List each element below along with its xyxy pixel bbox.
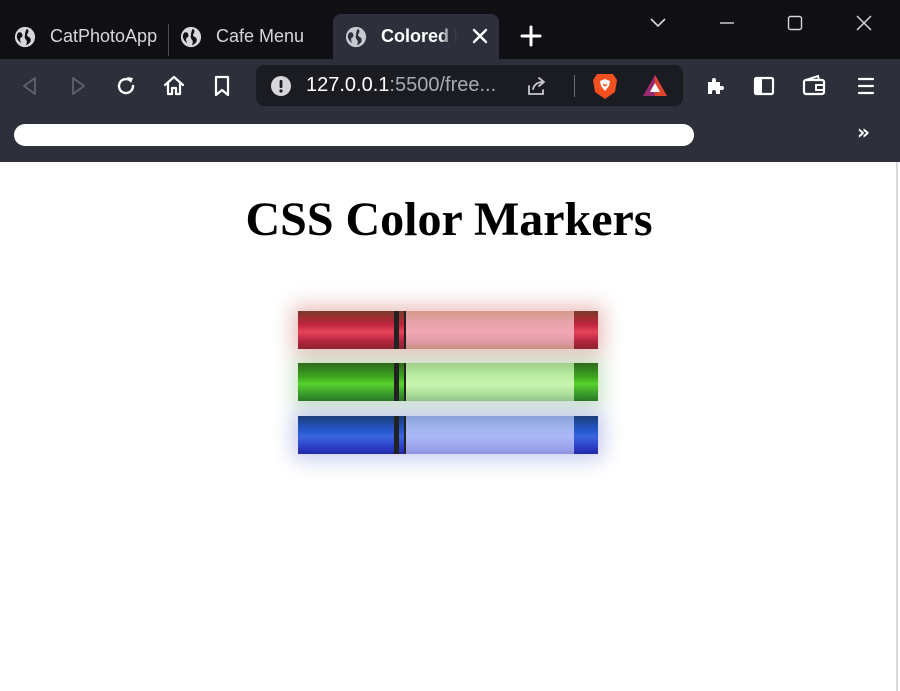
- close-window-icon[interactable]: [851, 10, 877, 36]
- marker-green: [298, 363, 598, 401]
- close-tab-icon[interactable]: [471, 27, 489, 45]
- tab-cafe-menu[interactable]: Cafe Menu: [180, 14, 330, 59]
- address-bar[interactable]: 127.0.0.1:5500/free...: [256, 65, 683, 106]
- marker-tip: [574, 416, 598, 454]
- marker-blue: [298, 416, 598, 454]
- reload-icon[interactable]: [114, 74, 138, 98]
- minimize-icon[interactable]: [714, 10, 740, 36]
- share-icon[interactable]: [525, 74, 549, 98]
- main-menu-icon[interactable]: [854, 74, 878, 98]
- page-title: CSS Color Markers: [245, 193, 653, 246]
- marker-cap: [298, 311, 409, 349]
- tab-separator: [168, 24, 169, 56]
- marker-sleeve: [406, 363, 574, 401]
- url-text[interactable]: 127.0.0.1:5500/free...: [306, 74, 506, 97]
- more-bookmarks-chevron[interactable]: »: [857, 120, 870, 144]
- sidebar-icon[interactable]: [752, 74, 776, 98]
- forward-icon[interactable]: [66, 74, 90, 98]
- tab-strip: CatPhotoApp Cafe Menu Colored Markers: [0, 0, 900, 59]
- tab-label: Cafe Menu: [216, 26, 305, 46]
- marker-red: [298, 311, 598, 349]
- tab-label: Colored Markers: [381, 26, 457, 46]
- globe-icon: [345, 26, 367, 47]
- marker-cap: [298, 416, 409, 454]
- home-icon[interactable]: [162, 74, 186, 98]
- maximize-icon[interactable]: [782, 10, 808, 36]
- marker-tip: [574, 363, 598, 401]
- globe-icon: [14, 26, 36, 47]
- tab-colored-markers[interactable]: Colored Markers: [333, 14, 499, 59]
- marker-sleeve: [406, 311, 574, 349]
- tab-catphotoapp[interactable]: CatPhotoApp: [14, 14, 166, 59]
- tab-label: CatPhotoApp: [50, 26, 158, 46]
- bookmark-icon[interactable]: [210, 74, 234, 98]
- brave-rewards-icon[interactable]: [642, 73, 668, 99]
- url-path: :5500/free...: [389, 74, 497, 96]
- address-bar-divider: [574, 75, 575, 97]
- bookmarks-bar-field[interactable]: [14, 124, 694, 146]
- brave-shields-icon[interactable]: [592, 72, 618, 100]
- marker-tip: [574, 311, 598, 349]
- marker-sleeve: [406, 416, 574, 454]
- marker-cap: [298, 363, 409, 401]
- url-host: 127.0.0.1: [306, 74, 390, 96]
- page-content: CSS Color Markers: [0, 162, 898, 691]
- extensions-icon[interactable]: [704, 74, 728, 98]
- bookmarks-bar: »: [0, 114, 900, 162]
- globe-icon: [180, 26, 202, 47]
- site-info-icon[interactable]: [270, 75, 292, 97]
- navigation-toolbar: 127.0.0.1:5500/free...: [0, 59, 900, 114]
- wallet-icon[interactable]: [802, 74, 826, 98]
- tab-search-chevron-icon[interactable]: [645, 10, 671, 36]
- new-tab-plus-icon[interactable]: [519, 24, 543, 48]
- back-icon[interactable]: [18, 74, 42, 98]
